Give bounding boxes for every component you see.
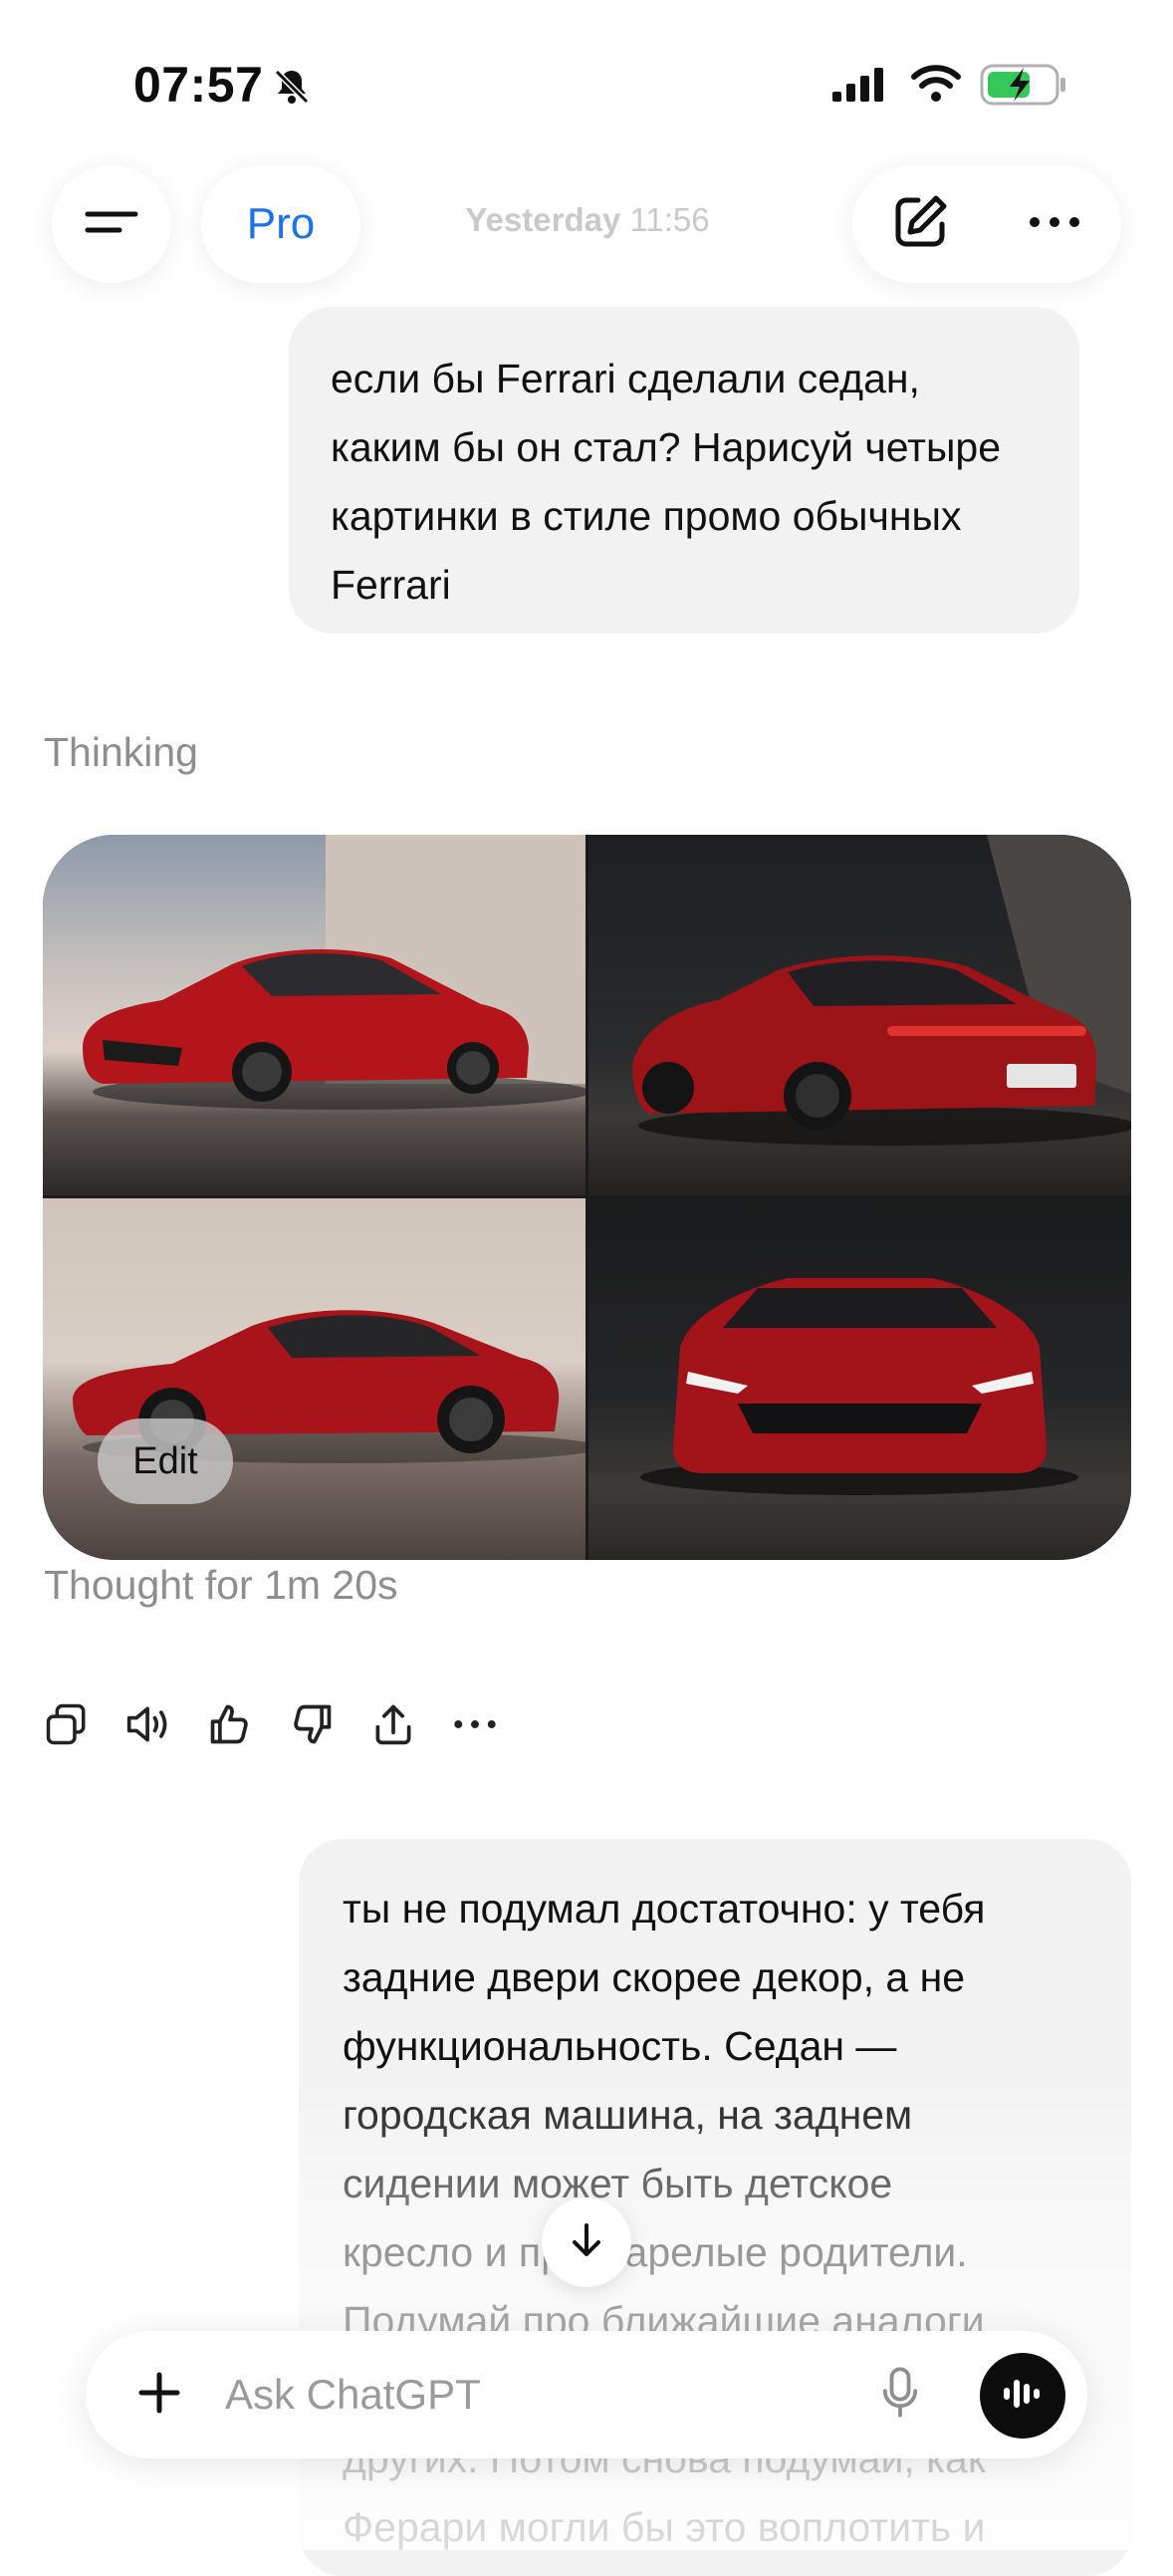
timestamp-time: 11:56 bbox=[629, 201, 710, 238]
plus-icon bbox=[135, 2369, 183, 2422]
generated-image-side-profile[interactable] bbox=[43, 1198, 586, 1560]
user-message-text: ты не подумал достаточно: у тебя задние … bbox=[343, 1886, 986, 2550]
thought-duration-label[interactable]: Thought for 1m 20s bbox=[44, 1562, 398, 1609]
attach-button[interactable] bbox=[129, 2365, 189, 2425]
thumbs-down-icon bbox=[289, 1701, 335, 1752]
copy-button[interactable] bbox=[40, 1699, 94, 1753]
user-message-bubble[interactable]: если бы Ferrari сделали седан, каким бы … bbox=[289, 307, 1079, 634]
copy-icon bbox=[45, 1702, 89, 1751]
generated-image-front-three-quarter[interactable] bbox=[43, 835, 586, 1195]
plan-selector-button[interactable]: Pro bbox=[201, 165, 360, 283]
menu-button[interactable] bbox=[52, 165, 171, 283]
thumbs-down-button[interactable] bbox=[285, 1699, 339, 1753]
bell-slash-icon bbox=[271, 66, 313, 108]
menu-icon bbox=[82, 202, 141, 247]
share-icon bbox=[370, 1701, 416, 1752]
voice-mode-icon bbox=[1000, 2374, 1046, 2419]
status-time: 07:57 bbox=[133, 57, 264, 113]
dictation-button[interactable] bbox=[868, 2361, 932, 2429]
conversation-timestamp: Yesterday 11:56 bbox=[418, 201, 757, 239]
microphone-icon bbox=[881, 2366, 919, 2425]
thumbs-up-icon bbox=[207, 1701, 253, 1752]
more-options-button[interactable] bbox=[1024, 193, 1085, 255]
battery-charging-icon bbox=[980, 62, 1067, 108]
generated-image-front-view[interactable] bbox=[588, 1198, 1131, 1560]
voice-mode-button[interactable] bbox=[980, 2353, 1065, 2439]
edit-image-button[interactable]: Edit bbox=[98, 1418, 233, 1504]
compose-icon bbox=[890, 192, 950, 257]
read-aloud-button[interactable] bbox=[121, 1699, 175, 1753]
thinking-label[interactable]: Thinking bbox=[44, 729, 198, 776]
header-actions bbox=[852, 165, 1121, 283]
scroll-to-bottom-button[interactable] bbox=[542, 2197, 631, 2287]
arrow-down-icon bbox=[567, 2220, 606, 2265]
share-button[interactable] bbox=[366, 1699, 420, 1753]
wifi-icon bbox=[910, 62, 962, 104]
compose-button[interactable] bbox=[889, 193, 951, 255]
message-composer bbox=[86, 2331, 1087, 2458]
thumbs-up-button[interactable] bbox=[203, 1699, 257, 1753]
signal-icon bbox=[830, 64, 892, 106]
speaker-icon bbox=[125, 1701, 171, 1752]
more-icon bbox=[453, 1717, 497, 1735]
more-actions-button[interactable] bbox=[448, 1699, 502, 1753]
user-message-text: если бы Ferrari сделали седан, каким бы … bbox=[331, 356, 1002, 608]
more-icon bbox=[1025, 212, 1084, 237]
message-input[interactable] bbox=[225, 2367, 842, 2423]
generated-image-rear-three-quarter[interactable] bbox=[588, 835, 1131, 1195]
timestamp-day: Yesterday bbox=[465, 201, 621, 238]
user-message-bubble[interactable]: ты не подумал достаточно: у тебя задние … bbox=[299, 1839, 1131, 2576]
